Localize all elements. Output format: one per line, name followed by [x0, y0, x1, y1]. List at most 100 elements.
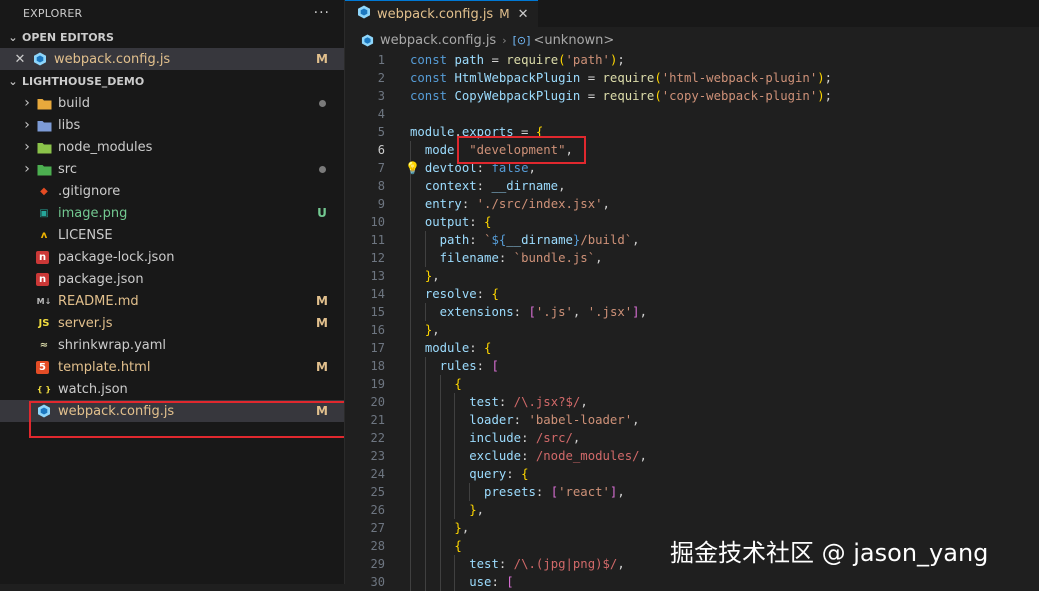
code-line[interactable]: 2 const HtmlWebpackPlugin = require('html…	[345, 69, 1039, 87]
code-line[interactable]: 9 entry: './src/index.jsx',	[345, 195, 1039, 213]
line-number: 18	[370, 359, 385, 373]
tab-bar: webpack.config.js M ✕	[345, 0, 1039, 27]
breadcrumb: webpack.config.js › [⊙] <unknown>	[345, 27, 1039, 53]
line-number: 17	[370, 341, 385, 355]
indent-guide	[410, 177, 411, 195]
breadcrumb-file[interactable]: webpack.config.js	[380, 33, 496, 48]
tree-file[interactable]: webpack.config.js M	[0, 400, 344, 422]
lightbulb-icon[interactable]: 💡	[405, 161, 420, 175]
tree-file[interactable]: 5 template.html M	[0, 356, 344, 378]
code-line[interactable]: 22 include: /src/,	[345, 429, 1039, 447]
project-section[interactable]: ⌄ LIGHTHOUSE_DEMO	[0, 70, 344, 92]
code-line[interactable]: 20 test: /\.jsx?$/,	[345, 393, 1039, 411]
line-number: 6	[377, 143, 385, 157]
code-line[interactable]: 23 exclude: /node_modules/,	[345, 447, 1039, 465]
indent-guide	[424, 375, 426, 393]
code-line[interactable]: 14 resolve: {	[345, 285, 1039, 303]
line-number: 2	[377, 71, 385, 85]
tree-folder[interactable]: › build	[0, 92, 344, 114]
code-line[interactable]: 16 },	[345, 321, 1039, 339]
code-line[interactable]: 26 },	[345, 501, 1039, 519]
code-text: {	[454, 377, 462, 391]
code-line[interactable]: 21 loader: 'babel-loader',	[345, 411, 1039, 429]
tree-file[interactable]: n package-lock.json	[0, 246, 344, 268]
indent-guide	[424, 465, 426, 483]
tab-webpack-config[interactable]: webpack.config.js M ✕	[345, 0, 539, 27]
line-number: 11	[370, 233, 385, 247]
code-text: },	[424, 269, 440, 283]
code-line[interactable]: 7 devtool: false, 💡	[345, 159, 1039, 177]
chevron-right-icon: ›	[24, 139, 30, 155]
line-number: 13	[370, 269, 385, 283]
webpack-file-icon	[361, 33, 374, 47]
code-line[interactable]: 17 module: {	[345, 339, 1039, 357]
tree-file[interactable]: ◆ .gitignore	[0, 180, 344, 202]
tree-folder[interactable]: › libs	[0, 114, 344, 136]
indent-guide	[439, 555, 441, 573]
webpack-file-icon	[357, 5, 371, 23]
tree-file[interactable]: ≈ shrinkwrap.yaml	[0, 334, 344, 356]
tree-file[interactable]: { } watch.json	[0, 378, 344, 400]
git-status-badge: M	[316, 52, 328, 66]
tree-item-label: shrinkwrap.yaml	[58, 337, 166, 353]
folder-icon	[36, 117, 52, 133]
indent-guide	[410, 339, 411, 357]
open-editor-item[interactable]: ✕ webpack.config.js M	[0, 48, 344, 70]
tree-item-label: server.js	[58, 315, 113, 331]
code-line[interactable]: 18 rules: [	[345, 357, 1039, 375]
more-actions-icon[interactable]: ···	[314, 5, 330, 21]
indent-guide	[454, 465, 456, 483]
tree-file[interactable]: M↓ README.md M	[0, 290, 344, 312]
template-file-icon: 5	[36, 360, 49, 374]
tree-folder[interactable]: › src	[0, 158, 344, 180]
code-text: },	[424, 323, 440, 337]
code-line[interactable]: 11 path: `${__dirname}/build`,	[345, 231, 1039, 249]
code-line[interactable]: 24 query: {	[345, 465, 1039, 483]
tree-file[interactable]: ᴧ LICENSE	[0, 224, 344, 246]
code-line[interactable]: 12 filename: `bundle.js`,	[345, 249, 1039, 267]
tree-item-label: src	[58, 161, 77, 177]
code-line[interactable]: 30 use: [	[345, 573, 1039, 591]
symbol-icon: [⊙]	[512, 33, 531, 47]
line-number: 5	[377, 125, 385, 139]
tree-file[interactable]: n package.json	[0, 268, 344, 290]
indent-guide	[424, 357, 426, 375]
close-icon[interactable]: ✕	[12, 52, 28, 67]
code-line[interactable]: 19 {	[345, 375, 1039, 393]
line-number: 4	[377, 107, 385, 121]
indent-guide	[410, 501, 411, 519]
code-line[interactable]: 5 module.exports = {	[345, 123, 1039, 141]
close-icon[interactable]: ✕	[518, 7, 529, 22]
tree-item-label: README.md	[58, 293, 139, 309]
breadcrumb-symbol[interactable]: <unknown>	[533, 33, 614, 48]
tree-file[interactable]: ▣ image.png U	[0, 202, 344, 224]
code-line[interactable]: 8 context: __dirname,	[345, 177, 1039, 195]
code-line[interactable]: 25 presets: ['react'],	[345, 483, 1039, 501]
indent-guide	[439, 519, 441, 537]
tree-item-label: libs	[58, 117, 81, 133]
code-editor[interactable]: 1 const path = require('path'); 2 const Htm…	[345, 51, 1039, 591]
indent-guide	[410, 429, 411, 447]
indent-guide	[439, 393, 441, 411]
code-line[interactable]: 3 const CopyWebpackPlugin = require('copy…	[345, 87, 1039, 105]
tree-file[interactable]: JS server.js M	[0, 312, 344, 334]
indent-guide	[424, 231, 426, 249]
indent-guide	[424, 555, 426, 573]
indent-guide	[410, 465, 411, 483]
code-line[interactable]: 10 output: {	[345, 213, 1039, 231]
indent-guide	[410, 447, 411, 465]
code-line[interactable]: 1 const path = require('path');	[345, 51, 1039, 69]
tree-item-label: package-lock.json	[58, 249, 175, 265]
open-editors-section[interactable]: ⌄ OPEN EDITORS	[0, 26, 344, 48]
tree-folder[interactable]: › node_modules	[0, 136, 344, 158]
indent-guide	[454, 483, 456, 501]
folder-icon	[36, 161, 52, 177]
indent-guide	[454, 573, 456, 591]
code-line[interactable]: 4	[345, 105, 1039, 123]
code-line[interactable]: 15 extensions: ['.js', '.jsx'],	[345, 303, 1039, 321]
code-text: context: __dirname,	[424, 179, 566, 193]
code-line[interactable]: 13 },	[345, 267, 1039, 285]
code-text: presets: ['react'],	[484, 485, 625, 499]
webpack-file-icon	[32, 51, 48, 67]
code-line[interactable]: 6 mode: "development",	[345, 141, 1039, 159]
